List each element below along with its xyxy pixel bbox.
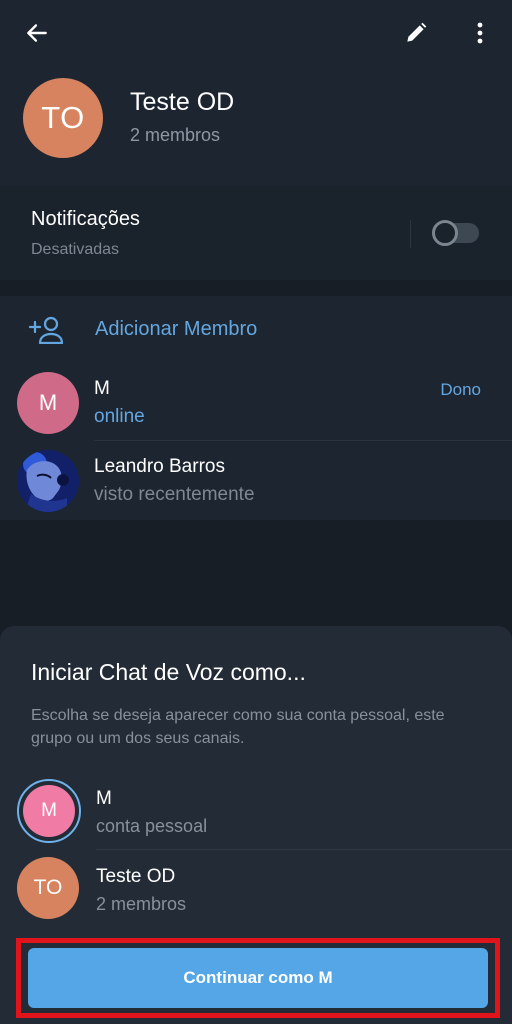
notifications-title: Notificações	[31, 208, 140, 230]
notifications-toggle[interactable]	[432, 220, 479, 246]
member-status: visto recentemente	[94, 484, 255, 505]
edit-button[interactable]	[396, 14, 436, 52]
option-name: Teste OD	[96, 866, 176, 887]
member-name: Leandro Barros	[94, 456, 225, 477]
join-as-option-group[interactable]: TO Teste OD 2 membros	[0, 850, 512, 928]
sheet-description: Escolha se deseja aparecer como sua cont…	[31, 707, 445, 747]
more-vertical-icon	[477, 22, 483, 44]
group-info-screen: TO Teste OD 2 membros Notificações Desat…	[0, 0, 512, 1024]
voice-chat-bottom-sheet: Iniciar Chat de Voz como... Escolha se d…	[0, 626, 512, 1024]
option-avatar: TO	[17, 857, 79, 919]
member-name: M	[94, 378, 110, 399]
divider	[94, 440, 512, 441]
continue-button[interactable]: Continuar como M	[28, 948, 488, 1008]
group-header: TO Teste OD 2 membros	[0, 0, 512, 186]
join-as-option-personal[interactable]: M M conta pessoal	[0, 772, 512, 850]
arrow-left-icon	[27, 24, 47, 42]
members-section: Adicionar Membro M M online Dono Leandro…	[0, 296, 512, 520]
divider	[410, 220, 411, 248]
group-avatar[interactable]: TO	[23, 78, 103, 158]
highlight-frame: Continuar como M	[16, 938, 500, 1018]
sheet-title: Iniciar Chat de Voz como...	[31, 659, 306, 685]
option-subtitle: 2 membros	[96, 894, 187, 914]
add-member-label: Adicionar Membro	[95, 318, 258, 340]
option-avatar: M	[23, 785, 75, 837]
group-member-count: 2 membros	[130, 125, 221, 145]
notifications-row[interactable]: Notificações Desativadas	[0, 186, 512, 280]
back-button[interactable]	[16, 14, 58, 52]
more-options-button[interactable]	[462, 14, 498, 52]
member-status: online	[94, 406, 145, 427]
toggle-knob	[432, 220, 458, 246]
add-member-button[interactable]: Adicionar Membro	[0, 296, 512, 362]
group-title: Teste OD	[130, 88, 235, 116]
notifications-status: Desativadas	[31, 241, 120, 258]
pencil-icon	[407, 22, 427, 42]
member-role-badge: Dono	[440, 380, 481, 399]
member-row[interactable]: Leandro Barros visto recentemente	[0, 442, 512, 520]
option-subtitle: conta pessoal	[96, 816, 208, 836]
option-name: M	[96, 788, 112, 809]
member-avatar	[17, 450, 79, 512]
member-row[interactable]: M M online Dono	[0, 364, 512, 442]
add-user-icon	[28, 316, 64, 344]
profile-photo-icon	[17, 450, 79, 512]
selected-avatar-ring: M	[17, 779, 81, 843]
member-avatar: M	[17, 372, 79, 434]
